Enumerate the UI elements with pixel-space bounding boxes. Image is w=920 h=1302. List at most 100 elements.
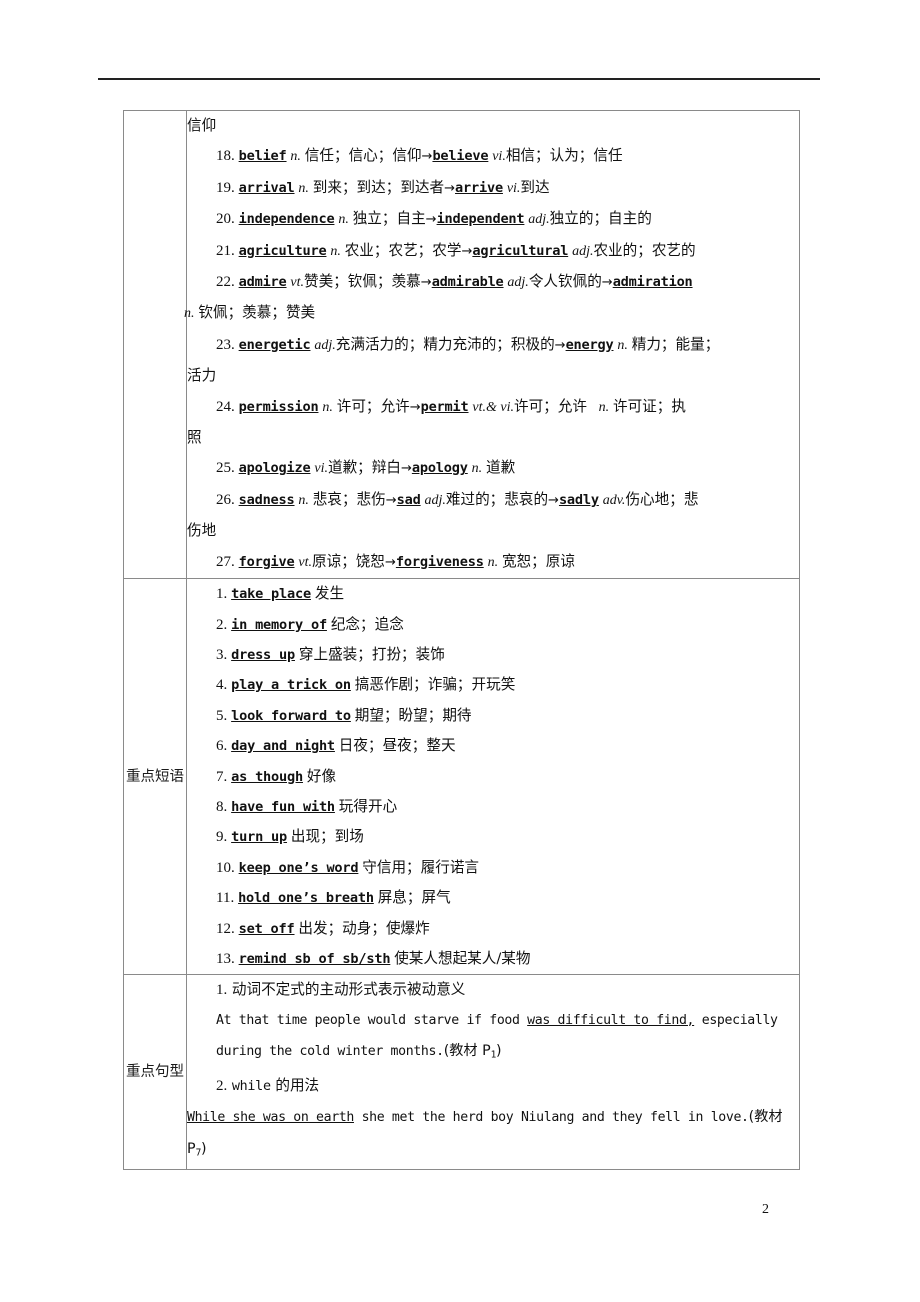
example-source-open: (教材 P (443, 1043, 491, 1060)
phrase-text: day and night (231, 738, 335, 755)
phrase-item-5: 5. look forward to 期望；盼望；期待 (187, 701, 799, 731)
entry-pos: n. (322, 399, 333, 415)
summary-table: 信仰 18. belief n. 信任；信心；信仰→believe vi.相信；… (123, 109, 800, 1170)
entry-pos: n. (290, 149, 301, 165)
entry-derived-gloss: 相信；认为；信任 (505, 147, 623, 165)
entry-derived-pos: n. (471, 461, 483, 477)
phrase-number: 8. (216, 798, 228, 815)
example-prefix: At that time people would starve if food (216, 1012, 528, 1028)
entry-derived-gloss: 道歉 (486, 459, 516, 477)
example-source-close: ) (200, 1140, 207, 1157)
phrase-gloss: 搞恶作剧；诈骗；开玩笑 (354, 676, 516, 694)
entry-number: 24. (216, 398, 235, 415)
entry-derived-pos: n. (487, 554, 499, 570)
phrase-number: 11. (216, 890, 235, 907)
phrase-item-7: 7. as though 好像 (187, 762, 799, 792)
entry-number: 25. (216, 460, 235, 477)
pattern-2-example: While she was on earth she met the herd … (187, 1102, 799, 1168)
phrase-item-1: 1. take place 发生 (187, 579, 799, 609)
phrase-number: 12. (216, 920, 235, 937)
entry-gloss: 农业；农艺；农学 (344, 241, 462, 259)
entry-derived: independent (436, 211, 525, 228)
entry-gloss: 道歉；辩白 (327, 459, 401, 477)
table-row-patterns: 重点句型 1. 动词不定式的主动形式表示被动意义 At that time pe… (123, 974, 800, 1170)
entry-derived2-gloss-partial: 伤心地；悲 (625, 490, 699, 508)
entry-derived-gloss: 令人钦佩的 (528, 273, 602, 291)
phrase-text: keep one’s word (238, 859, 359, 876)
pattern-title-text: 动词不定式的主动形式表示被动意义 (231, 981, 466, 999)
phrase-item-4: 4. play a trick on 搞恶作剧；诈骗；开玩笑 (187, 670, 799, 700)
entry-pos: n. (330, 243, 341, 259)
example-suffix: she met the herd boy Niulang and they fe… (353, 1110, 749, 1126)
phrase-text: dress up (231, 646, 295, 663)
arrow-icon: → (425, 212, 437, 228)
section-label-vocabulary (123, 109, 187, 580)
entry-derived-gloss-2-partial: 许可证；执 (612, 397, 686, 415)
entry-derived2-pos: adv. (602, 492, 626, 508)
phrase-number: 6. (216, 738, 228, 755)
phrase-text: set off (238, 920, 295, 937)
pattern-1-example: At that time people would starve if food… (187, 1006, 799, 1071)
phrase-gloss: 发生 (314, 585, 345, 603)
phrase-text: remind sb of sb/sth (238, 950, 391, 967)
entry-pos: vt. (298, 554, 312, 570)
entry-number: 20. (216, 211, 235, 228)
entry-derived: apology (411, 460, 468, 477)
entry-derived-gloss: 宽恕；原谅 (501, 552, 575, 570)
phrase-item-11: 11. hold one’s breath 屏息；屏气 (187, 883, 799, 913)
phrase-gloss: 使某人想起某人/某物 (394, 949, 531, 967)
entry-gloss: 充满活力的；精力充沛的；积极的 (335, 335, 555, 353)
phrase-item-13: 13. remind sb of sb/sth 使某人想起某人/某物 (187, 944, 799, 974)
phrase-item-6: 6. day and night 日夜；昼夜；整天 (187, 731, 799, 761)
phrase-number: 1. (216, 586, 228, 603)
arrow-icon: → (421, 149, 433, 165)
entry-derived-pos: adj. (424, 492, 446, 508)
entry-pos: n. (338, 212, 349, 228)
phrase-gloss: 日夜；昼夜；整天 (338, 737, 456, 755)
vocab-entry-23-cont: 活力 (187, 361, 799, 391)
entry-derived: energy (565, 336, 614, 353)
phrase-gloss: 期望；盼望；期待 (354, 706, 472, 724)
entry-derived-gloss: 难过的；悲哀的 (445, 490, 549, 508)
phrase-item-8: 8. have fun with 玩得开心 (187, 792, 799, 822)
entry-number: 18. (216, 148, 235, 165)
entry-headword: sadness (238, 491, 295, 508)
arrow-icon: → (548, 492, 559, 508)
entry-derived: believe (432, 148, 489, 165)
phrase-gloss: 好像 (306, 767, 337, 785)
entry-number: 22. (216, 274, 235, 291)
example-highlight: was difficult to find, (527, 1012, 695, 1028)
phrase-text: as though (231, 768, 303, 785)
arrow-icon: → (409, 399, 421, 415)
vocab-entry-24-cont: 照 (187, 423, 799, 453)
section-body-patterns: 1. 动词不定式的主动形式表示被动意义 At that time people … (186, 974, 800, 1170)
pattern-number: 1. (216, 982, 228, 999)
phrase-text: play a trick on (231, 677, 351, 694)
arrow-icon: → (385, 492, 397, 508)
vocab-entry-27: 27. forgive vt.原谅；饶恕→forgiveness n. 宽恕；原… (187, 547, 799, 578)
phrase-text: take place (231, 586, 311, 603)
entry-derived-2: sadly (558, 491, 599, 508)
entry-derived: arrive (455, 179, 503, 196)
vocab-entry-25: 25. apologize vi.道歉；辩白→apology n. 道歉 (187, 453, 799, 484)
vocab-lead-text: 信仰 (187, 117, 217, 134)
entry-pos: adj. (314, 337, 336, 353)
table-row-phrases: 重点短语 1. take place 发生 2. in memory of 纪念… (123, 578, 800, 976)
entry-derived-pos: n. (617, 337, 628, 353)
table-row-vocabulary: 信仰 18. belief n. 信任；信心；信仰→believe vi.相信；… (123, 109, 800, 580)
phrase-text: hold one’s breath (238, 890, 374, 907)
arrow-icon: → (420, 275, 432, 291)
entry-derived-pos: vi. (506, 180, 521, 196)
arrow-icon: → (444, 180, 456, 196)
phrase-number: 9. (216, 829, 228, 846)
phrase-gloss: 玩得开心 (338, 797, 398, 815)
entry-derived-gloss: 到达 (520, 178, 550, 196)
example-source-close: ) (496, 1043, 502, 1060)
entry-gloss: 原谅；饶恕 (312, 552, 385, 570)
phrase-item-10: 10. keep one’s word 守信用；履行诺言 (187, 853, 799, 883)
vocab-entry-22-cont: n. 钦佩；羡慕；赞美 (184, 298, 799, 329)
entry-headword: apologize (238, 460, 311, 477)
entry-number: 19. (216, 179, 235, 196)
entry-derived-gloss-cont: 活力 (187, 367, 217, 385)
entry-headword: arrival (238, 179, 295, 196)
